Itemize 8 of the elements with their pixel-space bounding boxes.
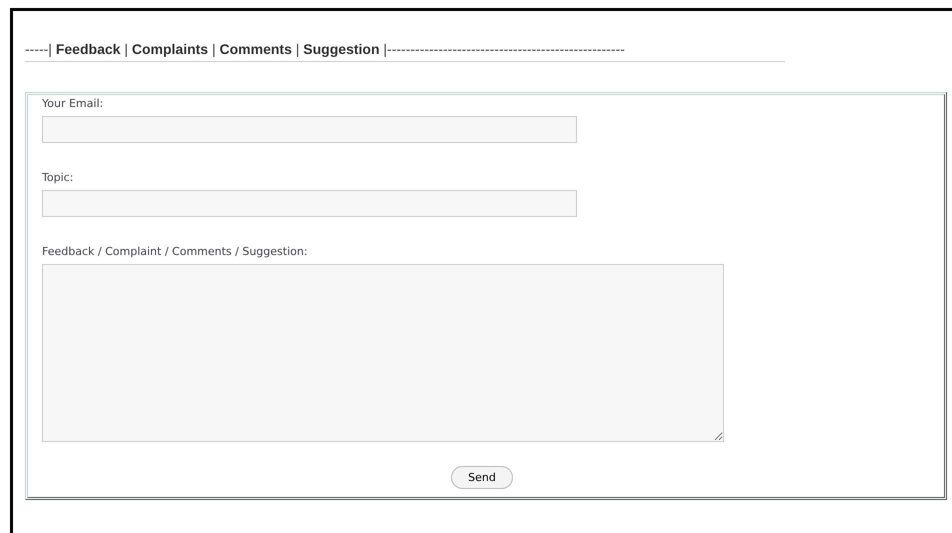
field-label: Feedback / Complaint / Comments / Suggestion: bbox=[42, 245, 309, 258]
field-label: Topic: bbox=[42, 171, 74, 184]
message-field[interactable] bbox=[42, 264, 724, 442]
send-button[interactable]: Send bbox=[451, 466, 513, 489]
input-field[interactable] bbox=[42, 190, 577, 217]
section-heading: -----| Feedback | Complaints | Comments | Suggestion |--------------------------------------------------- bbox=[25, 41, 785, 62]
field-label: Your Email: bbox=[42, 97, 104, 110]
input-field[interactable] bbox=[42, 116, 577, 143]
